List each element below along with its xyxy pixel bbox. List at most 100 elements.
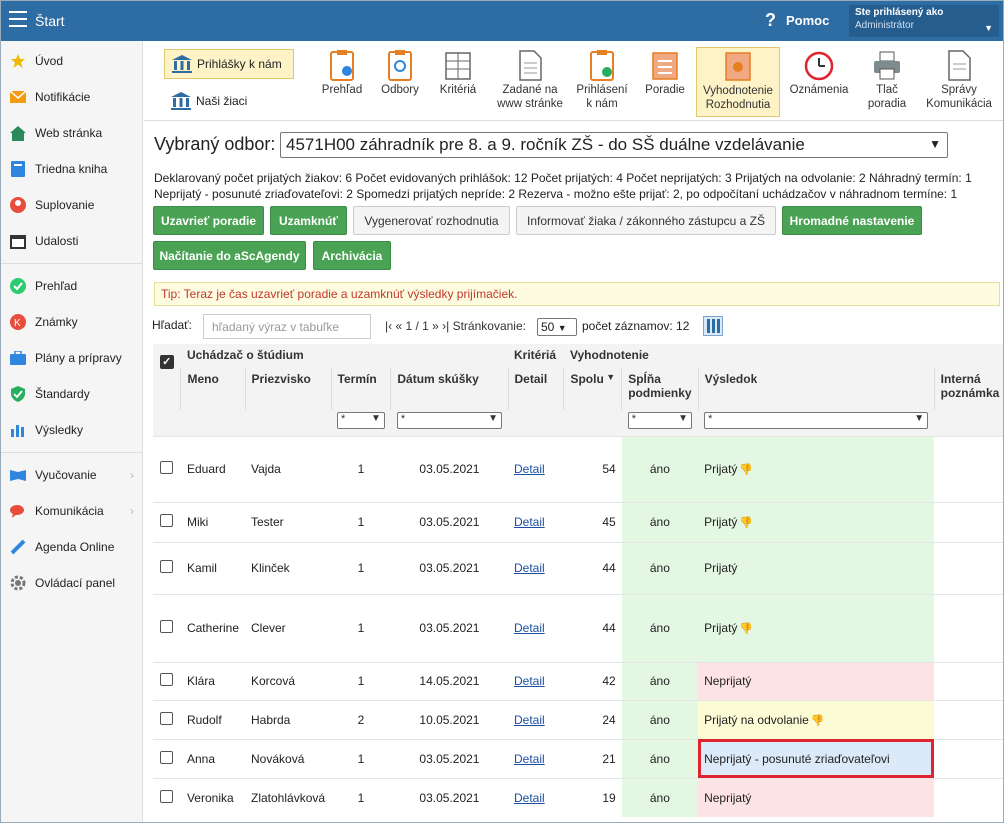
filter-date[interactable]: * ▼ (390, 410, 508, 436)
svg-text:K: K (14, 318, 21, 329)
sidebar-item-label: Plány a prípravy (35, 351, 122, 365)
detail-link[interactable]: Detail (514, 752, 545, 766)
pen-icon (9, 539, 27, 555)
detail-link[interactable]: Detail (514, 621, 545, 635)
sidebar-item-triedna-kniha[interactable]: Triedna kniha (1, 151, 142, 187)
page-title[interactable]: Štart (35, 13, 65, 29)
sidebar-item-notifikacie[interactable]: Notifikácie (1, 79, 142, 115)
search-input[interactable]: hľadaný výraz v tabuľke (203, 314, 371, 339)
bulk-settings-button[interactable]: Hromadné nastavenie (782, 206, 922, 235)
help-icon[interactable]: ? (765, 10, 776, 31)
col-note[interactable]: Interná poznámka (933, 368, 1003, 410)
sidebar-item-suplovanie[interactable]: Suplovanie (1, 187, 142, 223)
sidebar-item-plany[interactable]: Plány a prípravy (1, 340, 142, 376)
table-row[interactable]: Klára Korcová 1 14.05.2021 Detail 42 áno Neprij… (153, 661, 1003, 700)
load-agenda-button[interactable]: Načítanie do aScAgendy (153, 241, 306, 270)
group-evaluation: Vyhodnotenie (563, 344, 1003, 368)
col-date[interactable]: Dátum skúšky (390, 368, 508, 410)
filter-term[interactable]: * ▼ (331, 410, 391, 436)
our-students-button[interactable]: Naši žiaci (164, 87, 294, 115)
chevron-right-icon: › (130, 468, 134, 482)
tab-oznamenia[interactable]: Oznámenia (786, 47, 852, 117)
row-checkbox[interactable] (160, 461, 174, 474)
cell-meets: áno (621, 541, 699, 594)
list-icon (650, 49, 680, 81)
select-all-checkbox[interactable]: ✓ (153, 344, 181, 436)
cell-surname: Clever (245, 593, 332, 662)
user-menu[interactable]: Ste prihlásený ako Administrátor ▼ (849, 5, 999, 37)
table-row[interactable]: Veronika Zlatohlávková 1 03.05.2021 Detail 19… (153, 777, 1003, 817)
row-checkbox[interactable] (160, 620, 174, 633)
sidebar-item-uvod[interactable]: Úvod (1, 43, 142, 79)
table-row[interactable]: Anna Nováková 1 03.05.2021 Detail 21 áno Neprij… (153, 738, 1003, 778)
tab-prihlaseni[interactable]: Prihlásení k nám (574, 47, 630, 117)
col-total[interactable]: Spolu ▼ (563, 368, 622, 410)
cell-date: 03.05.2021 (390, 738, 508, 778)
sidebar-item-udalosti[interactable]: Udalosti (1, 223, 142, 259)
detail-link[interactable]: Detail (514, 561, 545, 575)
table-row[interactable]: Kamil Klinček 1 03.05.2021 Detail 44 áno Prijat… (153, 541, 1003, 594)
table-row[interactable]: Miki Tester 1 03.05.2021 Detail 45 áno Prijatý 👎 (153, 501, 1003, 542)
tab-prehlad[interactable]: Prehľad (314, 47, 370, 117)
pager[interactable]: |‹ « 1 / 1 » ›| Stránkovanie: (385, 319, 526, 333)
detail-link[interactable]: Detail (514, 713, 545, 727)
row-checkbox[interactable] (160, 711, 174, 725)
col-meets[interactable]: Spĺňa podmienky (621, 368, 699, 410)
close-order-button[interactable]: Uzavrieť poradie (153, 206, 264, 235)
menu-icon[interactable] (9, 11, 27, 27)
columns-icon[interactable] (703, 316, 723, 336)
row-checkbox[interactable] (160, 560, 174, 573)
tab-poradie[interactable]: Poradie (640, 47, 690, 117)
col-result[interactable]: Výsledok (697, 368, 935, 410)
tab-tlac-poradia[interactable]: Tlač poradia (856, 47, 918, 117)
sidebar-item-ovladaci-panel[interactable]: Ovládací panel (1, 565, 142, 601)
filter-result[interactable]: * ▼ (698, 410, 935, 436)
tab-spravy[interactable]: Správy Komunikácia (922, 47, 996, 117)
row-checkbox[interactable] (160, 514, 174, 527)
sidebar-item-prehlad[interactable]: Prehľad (1, 268, 142, 304)
lock-button[interactable]: Uzamknúť (270, 206, 347, 235)
tab-vyhodnotenie[interactable]: Vyhodnotenie Rozhodnutia (696, 47, 780, 117)
archive-button[interactable]: Archivácia (313, 241, 391, 270)
sidebar-item-vysledky[interactable]: Výsledky (1, 412, 142, 448)
sidebar-item-standardy[interactable]: Štandardy (1, 376, 142, 412)
tab-odbory[interactable]: Odbory (374, 47, 426, 117)
sidebar-item-web[interactable]: Web stránka (1, 115, 142, 151)
filter-meets[interactable]: * ▼ (621, 410, 699, 436)
odbor-select[interactable]: 4571H00 záhradník pre 8. a 9. ročník ZŠ … (280, 132, 948, 158)
document-icon (515, 49, 545, 81)
col-term[interactable]: Termín (330, 368, 391, 410)
tab-zadane[interactable]: Zadané na www stránke (492, 47, 568, 117)
table-row[interactable]: Catherine Clever 1 03.05.2021 Detail 44 áno Pri… (153, 593, 1003, 662)
sidebar-item-znamky[interactable]: K Známky (1, 304, 142, 340)
table-row[interactable]: Eduard Vajda 1 03.05.2021 Detail 54 áno Prijatý… (153, 435, 1003, 502)
cell-meets: áno (621, 699, 699, 739)
cell-total: 44 (563, 541, 622, 594)
row-checkbox[interactable] (160, 750, 174, 764)
detail-link[interactable]: Detail (514, 674, 545, 688)
sidebar-item-komunikacia[interactable]: Komunikácia › (1, 493, 142, 529)
cell-total: 19 (563, 777, 622, 817)
cell-total: 42 (563, 661, 622, 700)
col-detail[interactable]: Detail (507, 368, 564, 410)
per-page-select[interactable]: 50 ▼ (537, 318, 577, 336)
row-checkbox[interactable] (160, 673, 174, 686)
envelope-icon (9, 89, 27, 105)
detail-link[interactable]: Detail (514, 515, 545, 529)
table-row[interactable]: Rudolf Habrda 2 10.05.2021 Detail 24 áno Prijat… (153, 699, 1003, 739)
detail-link[interactable]: Detail (514, 791, 545, 805)
detail-link[interactable]: Detail (514, 462, 545, 476)
sidebar-item-agenda[interactable]: Agenda Online (1, 529, 142, 565)
generate-decisions-button[interactable]: Vygenerovať rozhodnutia (353, 206, 510, 235)
sidebar-item-vyucovanie[interactable]: Vyučovanie › (1, 457, 142, 493)
cell-term: 1 (331, 661, 391, 700)
applications-button[interactable]: Prihlášky k nám (164, 49, 294, 79)
cell-meets: áno (621, 501, 699, 542)
inform-button[interactable]: Informovať žiaka / zákonného zástupcu a … (516, 206, 776, 235)
row-checkbox[interactable] (160, 789, 174, 803)
tab-kriteria[interactable]: Kritériá (432, 47, 484, 117)
col-surname[interactable]: Priezvisko (244, 368, 332, 410)
col-name[interactable]: Meno (180, 368, 245, 410)
help-link[interactable]: Pomoc (786, 13, 829, 28)
chevron-down-icon: ▼ (557, 323, 567, 333)
